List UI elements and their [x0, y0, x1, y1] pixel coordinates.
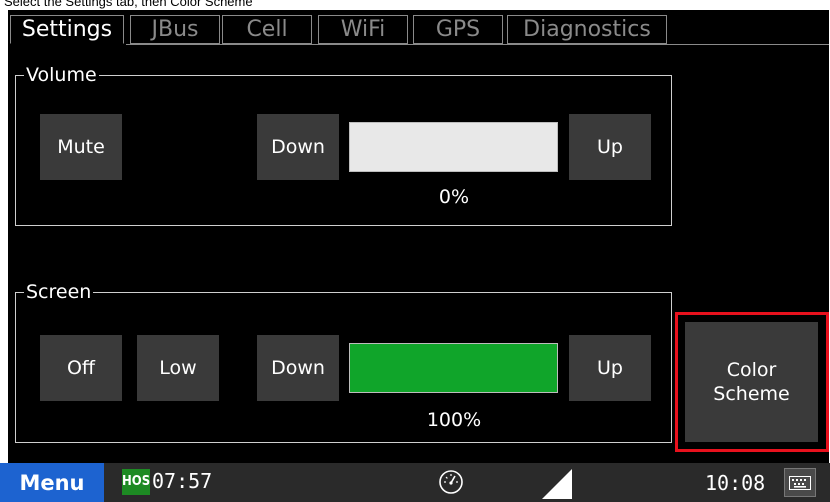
mute-button[interactable]: Mute [40, 114, 122, 180]
volume-legend: Volume [24, 64, 99, 86]
tab-divider [126, 44, 829, 45]
volume-down-button[interactable]: Down [257, 114, 339, 180]
tab-jbus[interactable]: JBus [130, 15, 220, 44]
brightness-up-button[interactable]: Up [569, 335, 651, 401]
hos-badge[interactable]: HOS [122, 469, 150, 495]
signal-icon [542, 469, 572, 499]
tab-diagnostics[interactable]: Diagnostics [507, 15, 667, 44]
tab-settings[interactable]: Settings [10, 15, 124, 44]
color-scheme-button[interactable]: Color Scheme [685, 322, 818, 442]
volume-group: Volume Mute Down Up 0% [15, 65, 672, 226]
volume-level-bar [349, 122, 558, 172]
screen-legend: Screen [24, 281, 94, 303]
keyboard-glyph-icon [789, 475, 811, 490]
menu-button[interactable]: Menu [0, 463, 104, 502]
brightness-percent: 100% [426, 409, 482, 431]
tab-wifi[interactable]: WiFi [318, 15, 408, 44]
taskbar: Menu HOS 07:57 10:08 [0, 463, 830, 502]
tab-gps[interactable]: GPS [413, 15, 503, 44]
instruction-caption: Select the Settings tab, then Color Sche… [4, 0, 253, 9]
volume-percent: 0% [438, 186, 470, 208]
screen-group: Screen Off Low Down Up 100% [15, 282, 672, 443]
brightness-level-bar [349, 343, 558, 393]
tab-cell[interactable]: Cell [222, 15, 312, 44]
brightness-down-button[interactable]: Down [257, 335, 339, 401]
brightness-level-fill [350, 344, 557, 392]
volume-up-button[interactable]: Up [569, 114, 651, 180]
hos-time[interactable]: 07:57 [152, 469, 212, 493]
color-scheme-label-line2: Scheme [713, 383, 790, 405]
device-screen: Settings JBus Cell WiFi GPS Diagnostics … [8, 10, 829, 463]
screen-low-button[interactable]: Low [137, 335, 219, 401]
clock: 10:08 [705, 471, 766, 495]
color-scheme-label-line1: Color [726, 359, 777, 381]
gauge-icon[interactable] [438, 469, 464, 495]
screen-off-button[interactable]: Off [40, 335, 122, 401]
keyboard-icon[interactable] [784, 468, 816, 497]
